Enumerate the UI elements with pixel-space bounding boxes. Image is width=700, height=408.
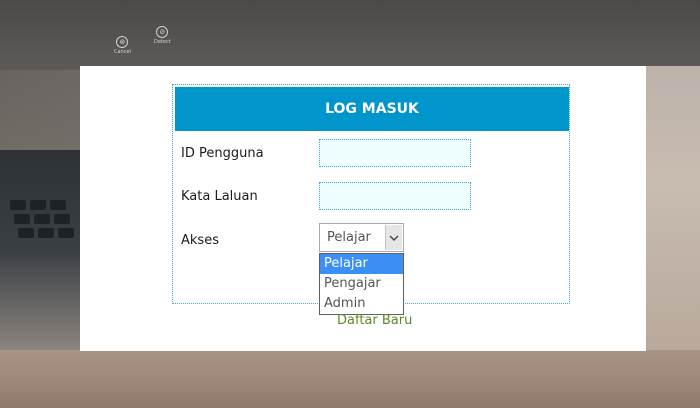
access-label: Akses xyxy=(181,233,219,248)
password-field[interactable] xyxy=(319,182,471,210)
access-option-pelajar[interactable]: Pelajar xyxy=(320,254,403,274)
password-label: Kata Laluan xyxy=(181,189,258,204)
background-table xyxy=(0,350,700,408)
background-laptop-deck xyxy=(646,66,700,351)
background-detect-icon: ⊘ Detect xyxy=(154,26,171,45)
login-form: LOG MASUK ID Pengguna Kata Laluan Akses … xyxy=(172,84,570,315)
chevron-down-icon[interactable] xyxy=(385,225,402,250)
login-title: LOG MASUK xyxy=(175,87,569,131)
background-keyboard xyxy=(0,150,82,350)
user-id-field[interactable] xyxy=(319,139,471,167)
register-link[interactable]: Daftar Baru xyxy=(337,313,412,328)
access-option-pengajar[interactable]: Pengajar xyxy=(320,274,403,294)
background-laptop-screen xyxy=(0,0,700,70)
access-dropdown-list: Pelajar Pengajar Admin xyxy=(319,253,404,315)
access-select-value: Pelajar xyxy=(327,230,371,245)
user-id-label: ID Pengguna xyxy=(181,146,264,161)
background-cancel-icon: ⊗ Cancel xyxy=(114,36,131,55)
access-select[interactable]: Pelajar xyxy=(319,223,404,252)
access-option-admin[interactable]: Admin xyxy=(320,294,403,314)
login-panel: LOG MASUK ID Pengguna Kata Laluan Akses … xyxy=(80,66,646,351)
